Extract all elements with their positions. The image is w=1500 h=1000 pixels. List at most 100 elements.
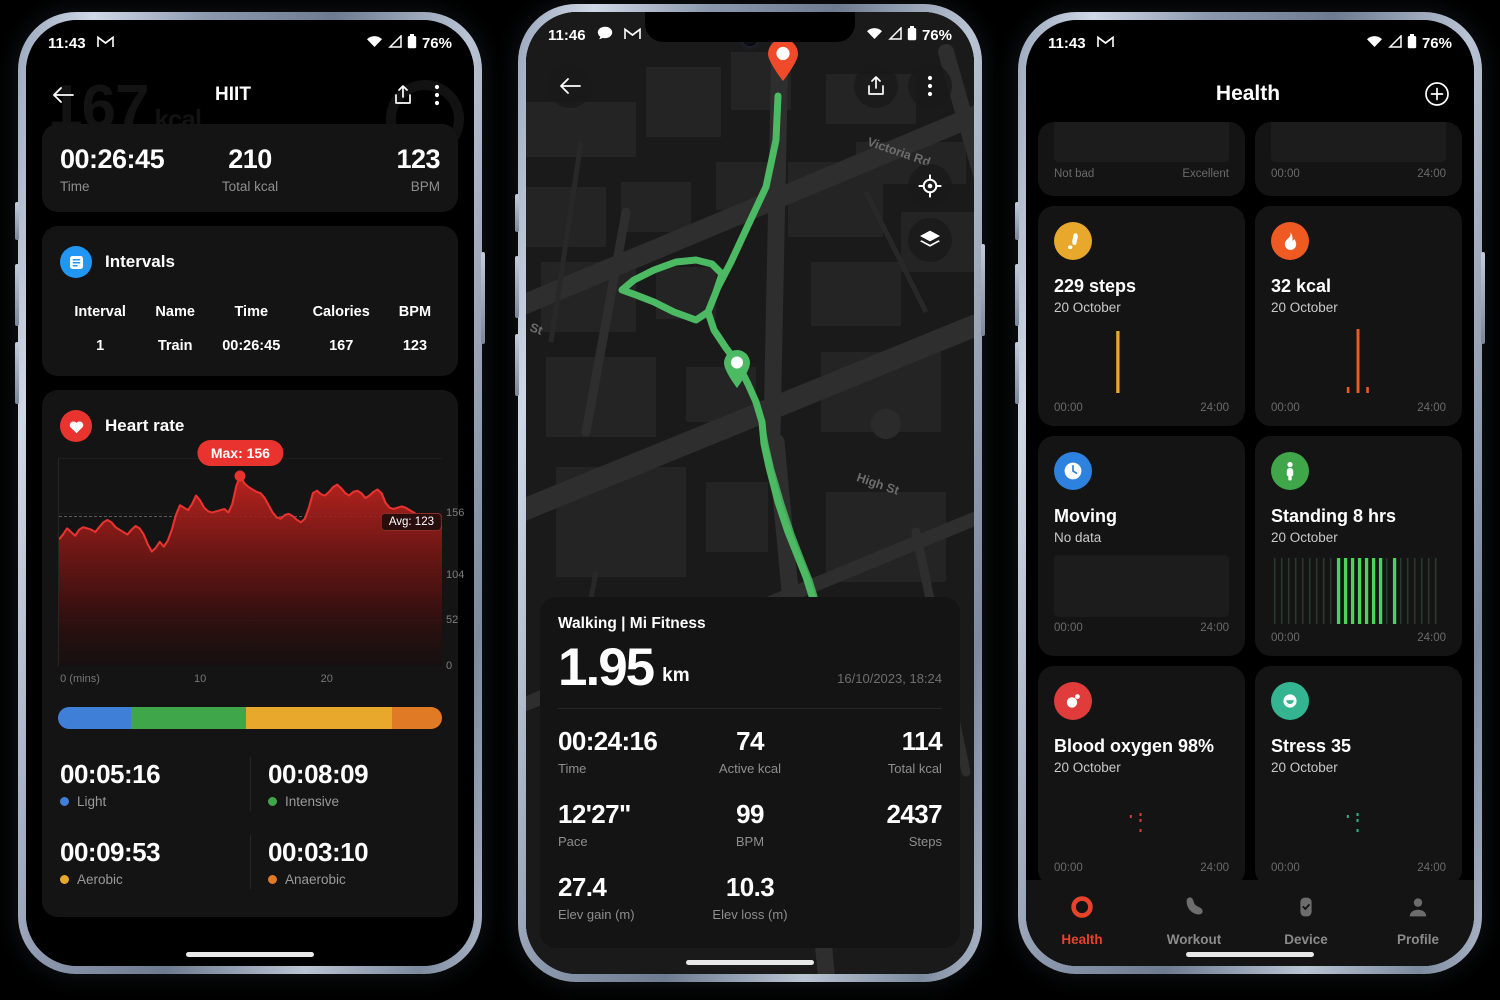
metric-label: Elev gain (m) — [558, 907, 635, 922]
phone2-volume-up[interactable] — [515, 256, 519, 318]
chat-icon — [597, 26, 613, 44]
intervals-card[interactable]: Intervals Interval Name Time Calories BP… — [42, 226, 458, 376]
phone2-silent-switch[interactable] — [515, 194, 519, 232]
health-card[interactable]: Moving No data 00:00 24:00 — [1038, 436, 1245, 656]
axis-right: 24:00 — [1417, 168, 1446, 180]
health-cards-grid: Not bad Excellent 00:00 24:00 229 steps 20 Oc… — [1026, 122, 1474, 966]
zone-stat: 00:05:16 Light — [42, 745, 250, 823]
share-icon[interactable] — [854, 64, 898, 108]
axis-left: 00:00 — [1271, 632, 1300, 644]
zone-segment-aerobic — [246, 707, 393, 729]
home-indicator[interactable] — [686, 960, 814, 965]
footstep-icon — [1054, 222, 1092, 260]
phone3-volume-down[interactable] — [1015, 342, 1019, 404]
share-icon[interactable] — [386, 78, 420, 112]
zone-label: Intensive — [268, 794, 458, 809]
zone-value: 00:05:16 — [60, 759, 161, 789]
summary-value: 210 — [228, 144, 272, 174]
metric-label: Steps — [908, 834, 942, 849]
phone3-power-button[interactable] — [1481, 252, 1485, 344]
card-chart — [1271, 555, 1446, 627]
summary-value: 00:26:45 — [60, 144, 165, 174]
phone3-silent-switch[interactable] — [1015, 202, 1019, 240]
workout-metric: 00:24:16 Time — [558, 713, 686, 786]
zone-segment-anaerobic — [392, 707, 442, 729]
status-time: 11:43 — [1048, 34, 1086, 52]
health-card[interactable]: Blood oxygen 98% 20 October 00:00 24:00 — [1038, 666, 1245, 886]
more-vertical-icon[interactable] — [908, 64, 952, 108]
tab-profile[interactable]: Profile — [1362, 894, 1474, 947]
y-tick: 104 — [446, 568, 465, 581]
health-card-clipped[interactable]: 00:00 24:00 — [1255, 122, 1462, 196]
metric-value: 2437 — [886, 799, 943, 829]
metric-value: 00:24:16 — [558, 726, 658, 756]
axis-left: 00:00 — [1271, 402, 1300, 414]
phone-device-map-detail: Victoria Rd High St St 11:46 76% Walking… — [515, 4, 985, 982]
phone1-power-button[interactable] — [481, 252, 485, 344]
start-pin-marker[interactable] — [722, 349, 752, 394]
wifi-icon — [866, 27, 883, 44]
health-card[interactable]: Stress 35 20 October 00:00 24:00 — [1255, 666, 1462, 886]
health-card[interactable]: 32 kcal 20 October 00:00 24:00 — [1255, 206, 1462, 426]
workout-metric: 27.4 Elev gain (m) — [558, 859, 686, 932]
phone-device-health-home: 11:43 76% Health Not bad Excellent 00:00… — [1015, 12, 1485, 974]
zone-color-dot — [60, 797, 69, 806]
back-arrow-icon[interactable] — [548, 64, 592, 108]
health-card-clipped[interactable]: Not bad Excellent — [1038, 122, 1245, 196]
phone1-volume-down[interactable] — [15, 342, 19, 404]
map-layers-icon[interactable] — [908, 218, 952, 262]
heart-rate-zones: 00:05:16 Light 00:08:09 Intensive 00:09:53 Ae… — [42, 745, 458, 901]
zone-name: Light — [77, 794, 107, 809]
home-indicator[interactable] — [1186, 952, 1314, 957]
zone-color-dot — [60, 875, 69, 884]
back-arrow-icon[interactable] — [46, 78, 80, 112]
phone1-content: 00:26:45 Time 210 Total kcal 123 BPM Int… — [26, 124, 474, 917]
card-title: Blood oxygen 98% — [1054, 736, 1215, 756]
tab-workout[interactable]: Workout — [1138, 894, 1250, 947]
wifi-icon — [1366, 35, 1383, 52]
axis-left: 00:00 — [1271, 168, 1300, 180]
y-tick: 0 — [446, 660, 453, 672]
phone3-volume-up[interactable] — [1015, 264, 1019, 326]
metric-value: 99 — [736, 799, 764, 829]
phone3-status-bar: 11:43 76% — [1026, 20, 1474, 66]
zone-color-dot — [268, 797, 277, 806]
summary-metric: 210 Total kcal — [187, 144, 314, 194]
axis-right: 24:00 — [1417, 862, 1446, 874]
phone1-app-bar: HIIT — [26, 66, 474, 124]
home-indicator[interactable] — [186, 952, 314, 957]
axis-right: 24:00 — [1200, 622, 1229, 634]
tab-label: Device — [1284, 932, 1328, 947]
summary-metric: 00:26:45 Time — [60, 144, 187, 194]
summary-label: Time — [60, 179, 90, 194]
phone1-silent-switch[interactable] — [15, 202, 19, 240]
signal-icon — [1388, 33, 1402, 52]
more-vertical-icon[interactable] — [420, 78, 454, 112]
zone-value: 00:08:09 — [268, 759, 369, 789]
heart-rate-y-axis: 156 104 52 0 — [442, 459, 474, 672]
status-time: 11:46 — [548, 26, 586, 44]
card-subtitle: 20 October — [1271, 530, 1338, 545]
phone1-volume-up[interactable] — [15, 264, 19, 326]
tab-health[interactable]: Health — [1026, 894, 1138, 947]
col-time: Time — [234, 304, 269, 320]
health-card[interactable]: 229 steps 20 October 00:00 24:00 — [1038, 206, 1245, 426]
zone-stat: 00:08:09 Intensive — [250, 745, 458, 823]
intervals-title: Intervals — [105, 252, 175, 271]
tab-label: Profile — [1396, 932, 1439, 947]
y-tick: 156 — [446, 506, 465, 519]
health-card[interactable]: Standing 8 hrs 20 October 00:00 24:00 — [1255, 436, 1462, 656]
cell-bpm: 123 — [402, 338, 428, 354]
add-circle-icon[interactable] — [1420, 77, 1454, 111]
metric-value: 12'27" — [558, 799, 631, 829]
crosshair-locate-icon[interactable] — [908, 164, 952, 208]
person-icon — [1405, 894, 1431, 925]
phone2-power-button[interactable] — [981, 244, 985, 336]
heart-rate-card[interactable]: Heart rate Max: 156 Avg: 123 156 104 52 … — [42, 390, 464, 917]
axis-left: 00:00 — [1054, 622, 1083, 634]
cell-time: 00:26:45 — [222, 338, 281, 354]
phone2-volume-down[interactable] — [515, 334, 519, 396]
zone-color-dot — [268, 875, 277, 884]
wifi-icon — [366, 35, 383, 52]
tab-device[interactable]: Device — [1250, 894, 1362, 947]
